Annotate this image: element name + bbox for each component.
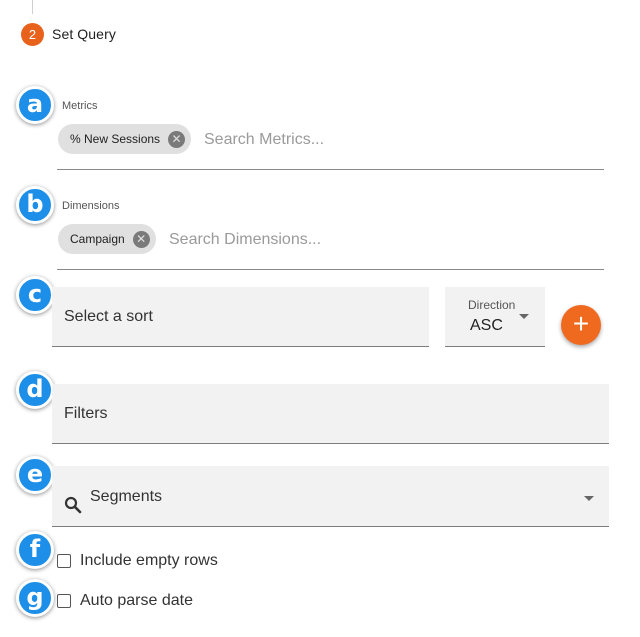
annotation-marker-c: c xyxy=(16,276,54,314)
metric-chip[interactable]: % New Sessions ✕ xyxy=(58,124,192,154)
plus-icon: + xyxy=(572,308,590,339)
filters-label: Filters xyxy=(64,405,108,422)
step-number-badge: 2 xyxy=(21,23,44,46)
segments-label: Segments xyxy=(90,488,163,505)
chevron-down-icon xyxy=(519,314,529,319)
search-icon xyxy=(64,496,82,514)
annotation-marker-f: f xyxy=(16,531,54,569)
annotation-marker-a: a xyxy=(16,86,54,124)
dimensions-underline xyxy=(57,269,604,270)
auto-parse-date-checkbox[interactable] xyxy=(57,594,71,608)
include-empty-rows-label[interactable]: Include empty rows xyxy=(80,552,218,570)
metrics-label: Metrics xyxy=(62,100,98,112)
annotation-marker-e: e xyxy=(16,456,54,494)
dimensions-search-input[interactable]: Search Dimensions... xyxy=(169,231,321,249)
metric-chip-label: % New Sessions xyxy=(70,132,161,146)
add-sort-button[interactable]: + xyxy=(561,305,601,345)
annotation-marker-b: b xyxy=(16,186,54,224)
close-icon[interactable]: ✕ xyxy=(132,230,150,248)
annotation-marker-d: d xyxy=(16,371,54,409)
dimension-chip-label: Campaign xyxy=(70,232,125,246)
close-icon[interactable]: ✕ xyxy=(168,130,186,148)
include-empty-rows-checkbox[interactable] xyxy=(57,554,71,568)
annotation-marker-g: g xyxy=(16,579,54,617)
chevron-down-icon xyxy=(584,496,594,501)
dimension-chip[interactable]: Campaign ✕ xyxy=(58,224,156,254)
segments-select[interactable]: Segments xyxy=(52,466,609,527)
direction-select[interactable]: Direction ASC xyxy=(445,287,545,347)
metrics-underline xyxy=(57,169,604,170)
step-connector-line xyxy=(32,0,33,14)
auto-parse-date-label[interactable]: Auto parse date xyxy=(80,592,193,610)
dimensions-label: Dimensions xyxy=(62,200,120,212)
metrics-search-input[interactable]: Search Metrics... xyxy=(204,131,324,149)
direction-value: ASC xyxy=(470,317,503,334)
direction-label: Direction xyxy=(468,298,516,312)
sort-select-placeholder: Select a sort xyxy=(64,308,153,325)
sort-select[interactable]: Select a sort xyxy=(52,287,429,347)
step-title: Set Query xyxy=(52,26,116,42)
filters-field[interactable]: Filters xyxy=(52,384,609,444)
